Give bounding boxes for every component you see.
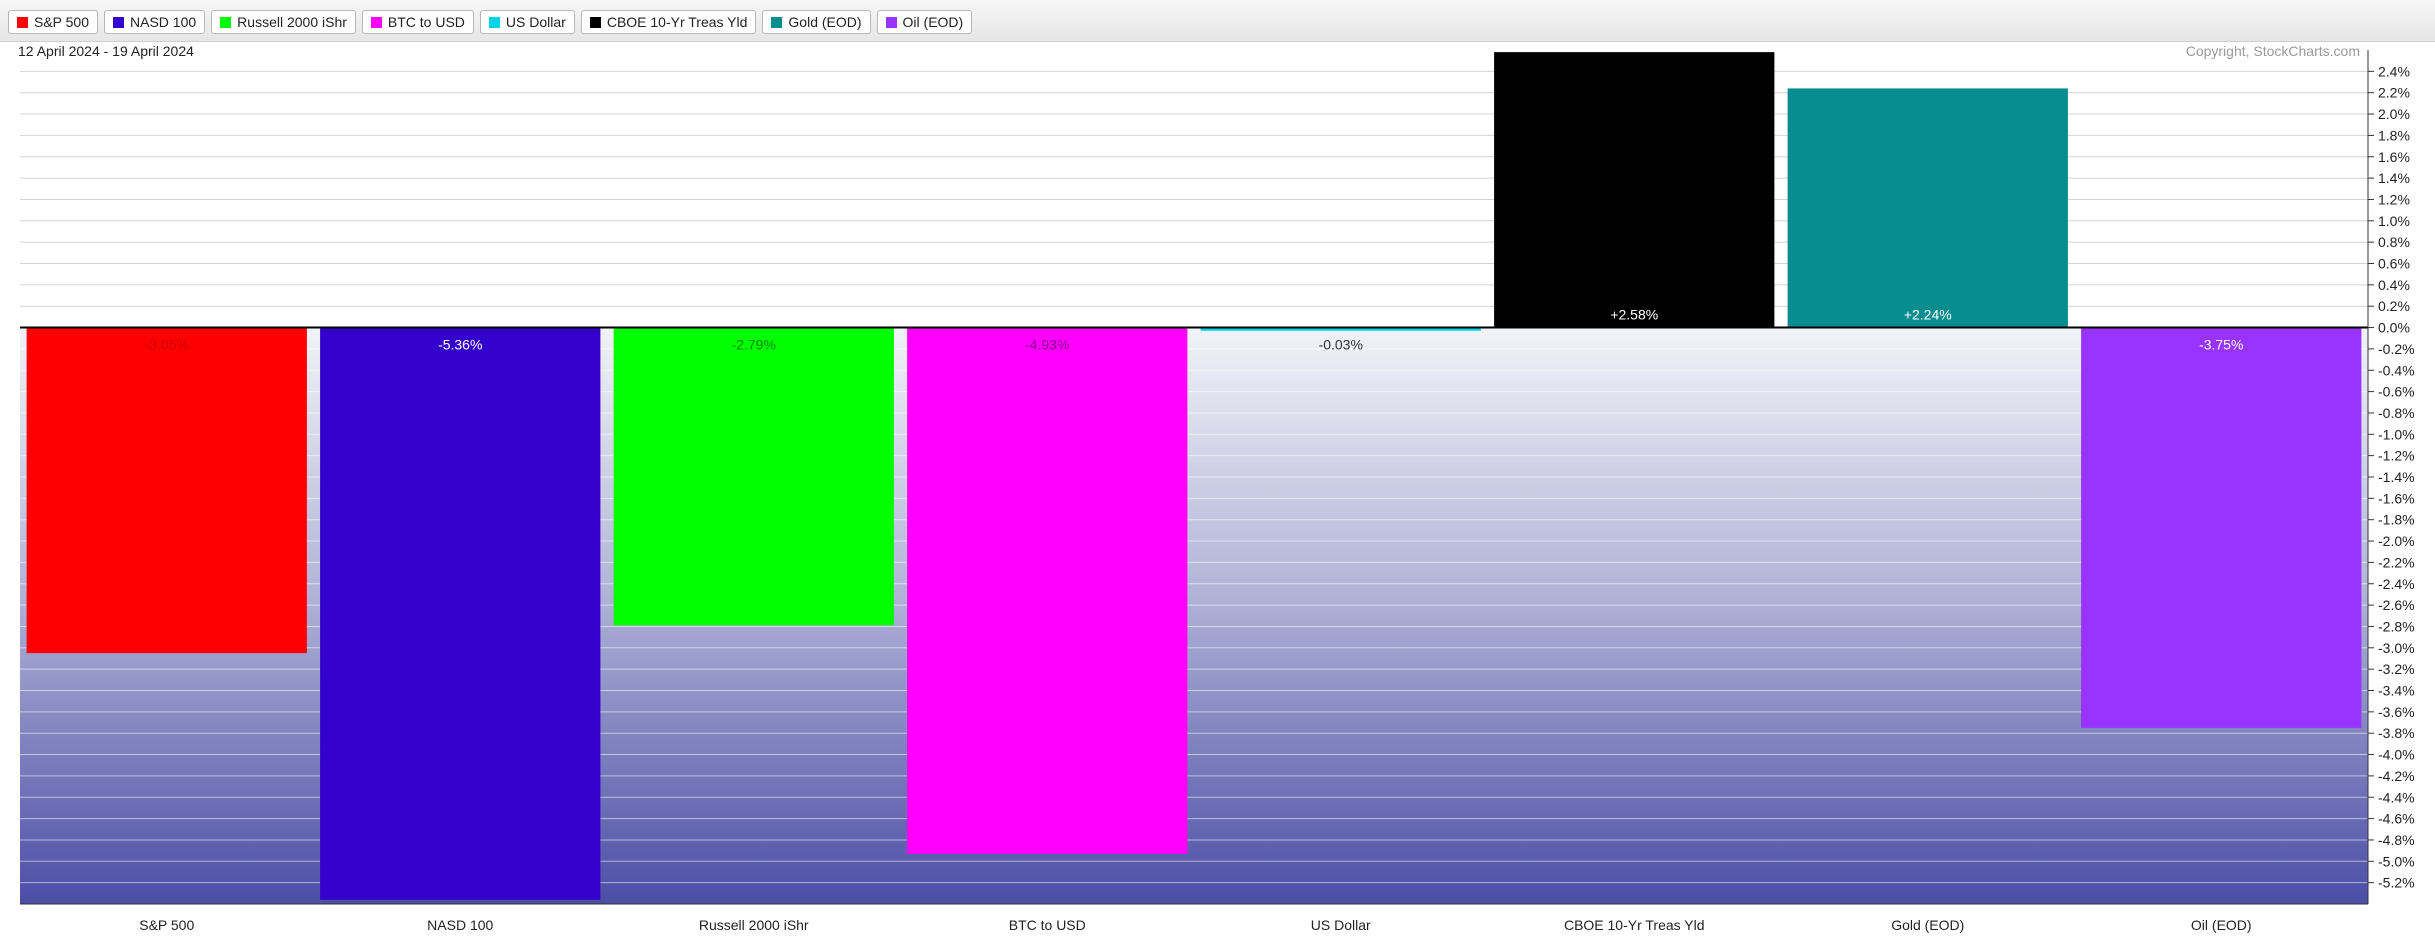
legend-label: S&P 500 <box>34 14 90 30</box>
legend-swatch <box>220 16 232 28</box>
y-tick-label: -4.8% <box>2378 832 2415 848</box>
legend-item[interactable]: NASD 100 <box>104 10 206 34</box>
y-tick-label: 0.4% <box>2378 277 2410 293</box>
y-tick-label: 1.2% <box>2378 191 2410 207</box>
y-tick-label: -3.6% <box>2378 704 2415 720</box>
x-tick-label: NASD 100 <box>427 917 493 933</box>
y-tick-label: -2.8% <box>2378 618 2415 634</box>
y-tick-label: -5.2% <box>2378 875 2415 891</box>
y-tick-label: -2.2% <box>2378 554 2415 570</box>
x-tick-label: US Dollar <box>1311 917 1371 933</box>
y-tick-label: -3.4% <box>2378 683 2415 699</box>
legend-swatch <box>771 16 783 28</box>
y-tick-label: -4.4% <box>2378 789 2415 805</box>
data-label: -3.75% <box>2199 337 2243 353</box>
legend-item[interactable]: Gold (EOD) <box>762 10 871 34</box>
y-tick-label: -1.6% <box>2378 490 2415 506</box>
y-tick-label: 2.0% <box>2378 106 2410 122</box>
y-tick-label: -3.8% <box>2378 725 2415 741</box>
legend-item[interactable]: S&P 500 <box>8 10 99 34</box>
x-tick-label: Russell 2000 iShr <box>699 917 809 933</box>
data-label: -2.79% <box>732 337 776 353</box>
legend-swatch <box>488 16 500 28</box>
y-tick-label: -3.0% <box>2378 640 2415 656</box>
y-tick-label: 1.6% <box>2378 149 2410 165</box>
y-tick-label: -0.6% <box>2378 384 2415 400</box>
x-tick-label: S&P 500 <box>139 917 194 933</box>
legend-swatch <box>589 16 601 28</box>
legend-list: S&P 500 NASD 100 Russell 2000 iShr BTC to U… <box>8 10 973 34</box>
legend-bar: S&P 500 NASD 100 Russell 2000 iShr BTC to U… <box>0 0 2435 42</box>
bar <box>2081 327 2362 728</box>
y-tick-label: 0.8% <box>2378 234 2410 250</box>
data-label: -3.05% <box>145 337 189 353</box>
y-tick-label: -1.8% <box>2378 512 2415 528</box>
chart: 12 April 2024 - 19 April 2024 Copyright, … <box>18 43 2415 933</box>
x-tick-label: BTC to USD <box>1009 917 1086 933</box>
y-tick-label: 0.0% <box>2378 320 2410 336</box>
y-tick-label: 0.6% <box>2378 256 2410 272</box>
y-tick-label: -4.0% <box>2378 747 2415 763</box>
legend-label: CBOE 10-Yr Treas Yld <box>606 14 748 30</box>
legend-swatch <box>885 16 897 28</box>
legend-item[interactable]: Russell 2000 iShr <box>211 10 356 34</box>
data-label: -5.36% <box>438 337 482 353</box>
y-tick-label: 2.2% <box>2378 85 2410 101</box>
data-label: +2.24% <box>1904 307 1952 323</box>
y-tick-label: -0.8% <box>2378 405 2415 421</box>
data-label: +2.58% <box>1610 307 1658 323</box>
bar <box>1787 88 2068 328</box>
copyright: Copyright, StockCharts.com <box>2186 43 2360 59</box>
legend-item[interactable]: CBOE 10-Yr Treas Yld <box>580 10 757 34</box>
y-tick-label: 1.8% <box>2378 127 2410 143</box>
y-tick-label: -3.2% <box>2378 661 2415 677</box>
legend-swatch <box>113 16 125 28</box>
bar <box>1494 52 1775 328</box>
y-tick-label: 2.4% <box>2378 63 2410 79</box>
legend-label: US Dollar <box>505 14 566 30</box>
y-tick-label: -4.6% <box>2378 811 2415 827</box>
y-tick-label: -1.0% <box>2378 426 2415 442</box>
y-tick-label: -1.2% <box>2378 448 2415 464</box>
legend-label: BTC to USD <box>387 14 465 30</box>
y-tick-label: 1.4% <box>2378 170 2410 186</box>
y-tick-label: -2.0% <box>2378 533 2415 549</box>
data-label: -4.93% <box>1025 337 1069 353</box>
y-tick-label: -4.2% <box>2378 768 2415 784</box>
legend-label: Russell 2000 iShr <box>237 14 347 30</box>
y-tick-label: -0.2% <box>2378 341 2415 357</box>
y-tick-label: -5.0% <box>2378 853 2415 869</box>
bar <box>26 327 307 654</box>
y-tick-label: -2.4% <box>2378 576 2415 592</box>
date-range: 12 April 2024 - 19 April 2024 <box>18 43 194 59</box>
legend-label: Gold (EOD) <box>788 14 862 30</box>
legend-item[interactable]: US Dollar <box>479 10 575 34</box>
x-tick-label: Gold (EOD) <box>1891 917 1964 933</box>
legend-label: Oil (EOD) <box>902 14 964 30</box>
y-tick-label: -0.4% <box>2378 362 2415 378</box>
legend-item[interactable]: BTC to USD <box>361 10 474 34</box>
legend-swatch <box>17 16 28 28</box>
y-tick-label: 0.2% <box>2378 298 2410 314</box>
y-tick-label: -1.4% <box>2378 469 2415 485</box>
legend-item[interactable]: Oil (EOD) <box>876 10 973 34</box>
legend-swatch <box>370 16 382 28</box>
bar <box>320 327 601 900</box>
bar <box>613 327 894 626</box>
y-tick-label: -2.6% <box>2378 597 2415 613</box>
data-label: -0.03% <box>1319 337 1363 353</box>
x-tick-label: Oil (EOD) <box>2191 917 2252 933</box>
legend-label: NASD 100 <box>130 14 197 30</box>
bar <box>907 327 1188 854</box>
x-tick-label: CBOE 10-Yr Treas Yld <box>1564 917 1705 933</box>
y-tick-label: 1.0% <box>2378 213 2410 229</box>
